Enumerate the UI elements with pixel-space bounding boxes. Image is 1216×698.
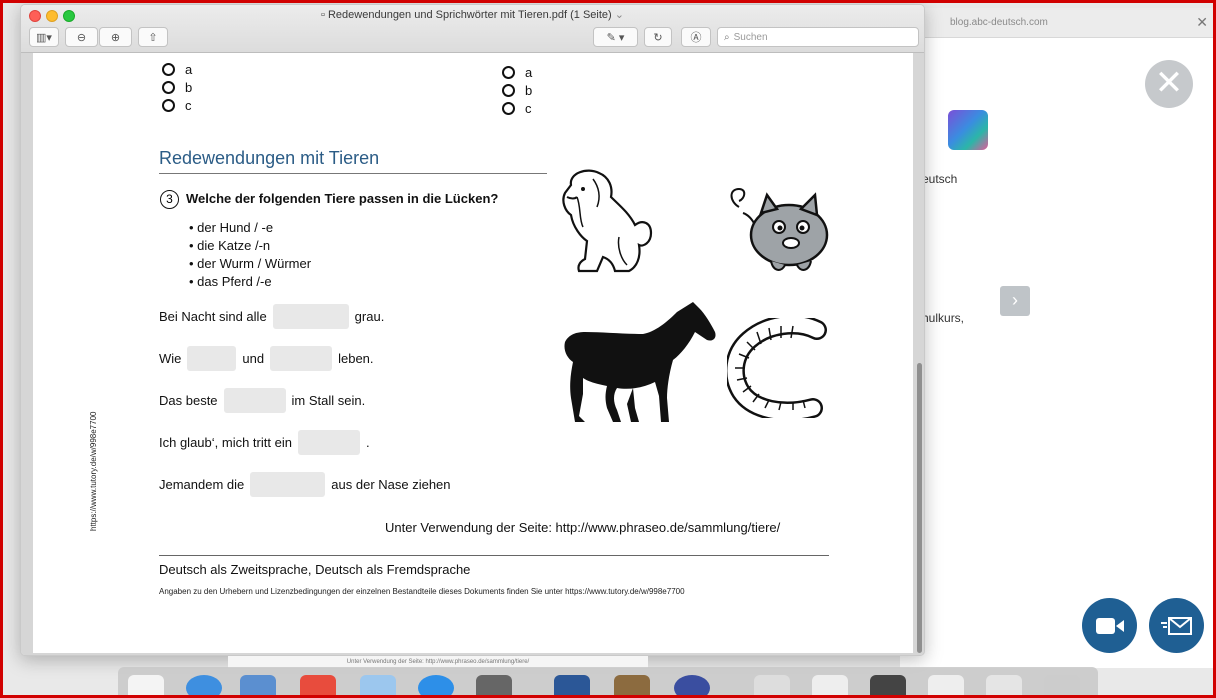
cloze-sentence: Ich glaub‘, mich tritt ein . [159,430,370,455]
blank-field[interactable] [223,388,286,413]
background-text-fragment: hulkurs, [922,311,965,325]
share-icon: ⇧ [148,31,158,44]
background-text-fragment: eutsch [922,172,958,186]
finder-icon[interactable] [128,675,164,698]
list-item: die Katze /-n [189,237,311,255]
blank-field[interactable] [270,346,333,371]
window-titlebar[interactable]: ▫ Redewendungen und Sprichwörter mit Tie… [21,5,924,53]
carousel-next-button[interactable]: › [1000,286,1030,316]
markup-pen-button[interactable]: ✎ ▾ [593,27,638,47]
section-divider [159,173,547,174]
sidebar-icon: ▥▾ [36,31,52,44]
option-row[interactable]: a [502,65,532,80]
markup-toolbar-button[interactable]: Ⓐ [681,27,711,47]
vertical-scrollbar[interactable] [917,363,922,653]
footer-divider [159,555,829,556]
dog-illustration [562,169,653,273]
option-row[interactable]: a [162,62,192,77]
minimized-window-icon[interactable] [812,675,848,698]
preview-icon[interactable] [614,675,650,698]
search-field[interactable]: ⌕ [717,27,919,47]
option-row[interactable]: b [502,83,532,98]
pdf-file-icon: ▫ [321,9,325,21]
window-title: Redewendungen und Sprichwörter mit Tiere… [327,9,612,21]
radio-circle[interactable] [162,63,175,76]
section-title: Redewendungen mit Tieren [159,148,380,168]
send-mail-button[interactable] [1149,598,1204,653]
source-reference: Unter Verwendung der Seite: http://www.p… [385,520,781,535]
zoom-in-icon: ⊕ [110,31,121,44]
minimized-window-icon[interactable] [986,675,1022,698]
search-icon: ⌕ [724,31,730,43]
radio-circle[interactable] [162,81,175,94]
footer-license-note: Angaben zu den Urhebern und Lizenzbeding… [159,587,685,596]
calendar-icon[interactable] [300,675,336,698]
radio-circle[interactable] [502,84,515,97]
pen-icon: ✎ ▾ [606,31,625,44]
task-question: Welche der folgenden Tiere passen in die… [186,191,499,206]
chevron-down-icon: ⌄ [614,9,624,21]
background-address-bar[interactable]: blog.abc-deutsch.com ✕ [900,8,1216,38]
video-call-button[interactable] [1082,598,1137,653]
minimized-window-icon[interactable] [754,675,790,698]
trash-icon[interactable] [1044,675,1080,698]
side-url: https://www.tutory.de/w/998e7700 [89,411,98,531]
list-item: das Pferd /-e [189,273,311,291]
list-item: der Hund / -e [189,219,311,237]
cloze-sentence: Jemandem die aus der Nase ziehen [159,472,451,497]
minimized-window-icon[interactable] [928,675,964,698]
cloze-sentence: Wie und leben. [159,346,374,371]
dock [118,667,1098,698]
background-tab-close-icon[interactable]: ✕ [1196,14,1208,31]
list-item: der Wurm / Würmer [189,255,311,273]
mail-icon[interactable] [240,675,276,698]
blank-field[interactable] [272,304,349,329]
word-list: der Hund / -e die Katze /-n der Wurm / W… [189,219,311,291]
window-title-row[interactable]: ▫ Redewendungen und Sprichwörter mit Tie… [21,8,924,21]
option-row[interactable]: c [162,98,192,113]
app-logo-icon[interactable] [948,110,988,150]
cat-illustration [730,187,829,271]
radio-circle[interactable] [502,102,515,115]
task-number: 3 [160,190,179,209]
photos-icon[interactable] [360,675,396,698]
zoom-out-icon: ⊖ [76,31,87,44]
overlay-close-button[interactable]: ✕ [1145,60,1193,108]
settings-icon[interactable] [476,675,512,698]
blank-field[interactable] [187,346,237,371]
blank-field[interactable] [297,430,360,455]
app-store-icon[interactable] [418,675,454,698]
share-button[interactable]: ⇧ [138,27,168,47]
option-row[interactable]: c [502,101,532,116]
cloze-sentence: Das beste im Stall sein. [159,388,365,413]
sidebar-toggle-button[interactable]: ▥▾ [29,27,59,47]
search-input[interactable] [733,31,904,43]
rotate-button[interactable]: ↻ [644,27,672,47]
mail-send-icon [1160,616,1192,635]
minimized-window-icon[interactable] [870,675,906,698]
radio-circle[interactable] [502,66,515,79]
safari-icon[interactable] [186,675,222,698]
worm-illustration [727,318,827,418]
document-area[interactable]: a b c a b c Redewendungen mit Tieren 3 W… [21,53,924,655]
blank-field[interactable] [250,472,326,497]
cloze-sentence: Bei Nacht sind alle grau. [159,304,384,329]
radio-circle[interactable] [162,99,175,112]
background-url[interactable]: blog.abc-deutsch.com [950,17,1048,28]
zoom-in-button[interactable]: ⊕ [99,27,132,47]
close-icon: ✕ [1154,64,1184,102]
rotate-icon: ↻ [653,31,663,44]
option-row[interactable]: b [162,80,192,95]
pdf-preview-window: ▫ Redewendungen und Sprichwörter mit Tie… [20,4,925,656]
horse-illustration [564,302,716,422]
video-camera-icon [1095,617,1124,634]
markup-icon: Ⓐ [690,32,702,44]
pdf-page: a b c a b c Redewendungen mit Tieren 3 W… [33,53,913,653]
footer-title: Deutsch als Zweitsprache, Deutsch als Fr… [159,562,471,577]
word-icon[interactable] [554,675,590,698]
zoom-out-button[interactable]: ⊖ [65,27,98,47]
app-icon[interactable] [674,675,710,698]
